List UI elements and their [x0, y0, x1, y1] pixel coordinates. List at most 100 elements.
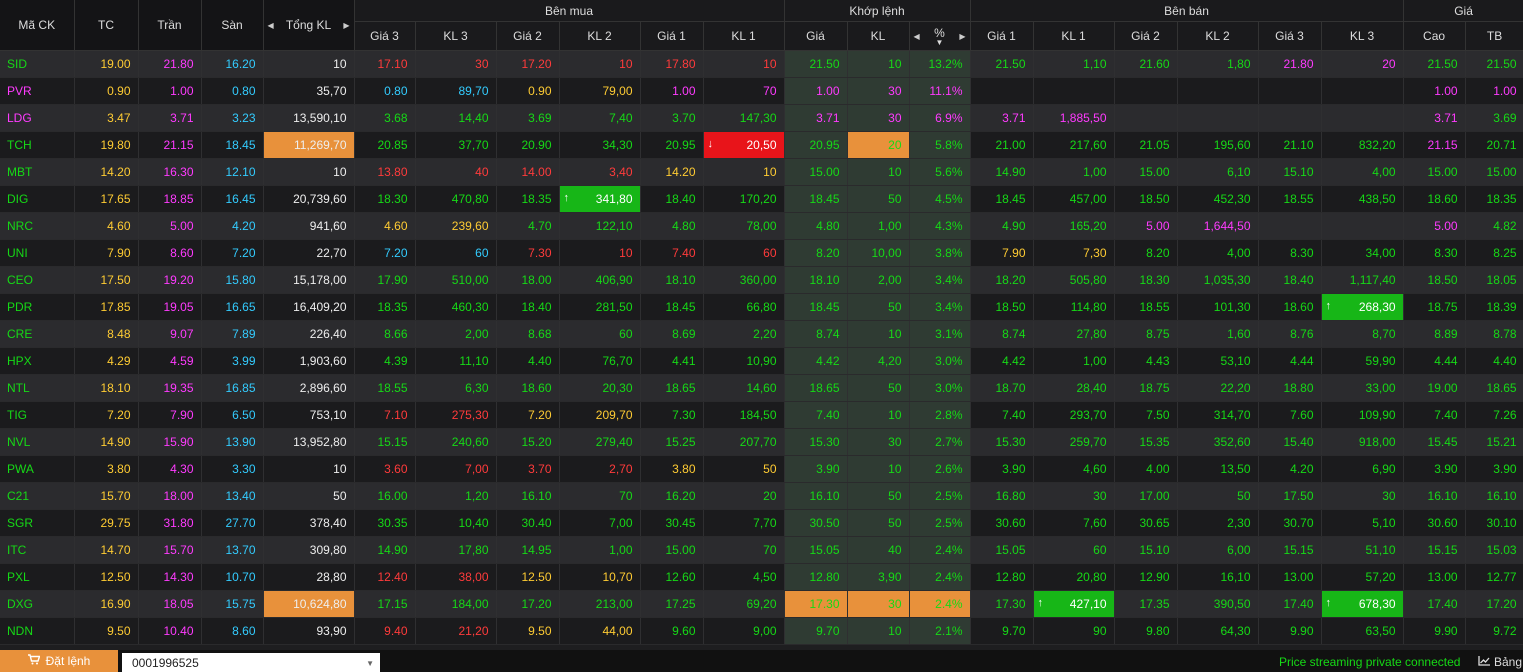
cell-buy-price-2: 4.70: [496, 212, 560, 240]
table-row[interactable]: TIG 7.20 7.90 6.50 753,10 7.10 275,30 7.20 209,7…: [0, 401, 1523, 429]
header-high[interactable]: Cao: [1403, 21, 1466, 51]
header-avg[interactable]: TB: [1465, 21, 1523, 51]
pct-next-icon[interactable]: ▶: [959, 32, 965, 41]
scroll-left-icon[interactable]: ◀: [268, 21, 274, 30]
table-row[interactable]: PWA 3.80 4.30 3.30 10 3.60 7,00 3.70 2,70 3.80 50 3…: [0, 455, 1523, 483]
cell-value: 30: [475, 57, 489, 71]
table-row[interactable]: NVL 14.90 15.90 13.90 13,952,80 15.15 240,60 15…: [0, 428, 1523, 456]
cell-symbol[interactable]: CRE: [0, 320, 75, 348]
place-order-button[interactable]: Đặt lệnh: [0, 650, 118, 672]
header-ref[interactable]: TC: [74, 0, 139, 51]
table-row[interactable]: HPX 4.29 4.59 3.99 1,903,60 4.39 11,10 4.40 76,7…: [0, 347, 1523, 375]
cell-value: 15.35: [1139, 435, 1170, 449]
cell-value: 226,40: [309, 327, 347, 341]
cell-buy-vol-1: 69,20: [703, 590, 785, 618]
account-select[interactable]: 0001996525 ▼: [122, 653, 380, 672]
header-sell-price-2[interactable]: Giá 2: [1114, 21, 1178, 51]
cell-value: 5.00: [170, 219, 194, 233]
cell-symbol[interactable]: PDR: [0, 293, 75, 321]
header-symbol[interactable]: Mã CK: [0, 0, 75, 51]
table-row[interactable]: NRC 4.60 5.00 4.20 941,60 4.60 239,60 4.70 122,1…: [0, 212, 1523, 240]
cell-symbol[interactable]: DIG: [0, 185, 75, 213]
cell-value: 21.15: [1427, 138, 1458, 152]
header-match-vol[interactable]: KL: [847, 21, 910, 51]
pct-prev-icon[interactable]: ◀: [914, 32, 920, 41]
header-sell-price-1[interactable]: Giá 1: [970, 21, 1034, 51]
cell-buy-price-1: 15.00: [640, 536, 704, 564]
table-row[interactable]: SGR 29.75 31.80 27.70 378,40 30.35 10,40 30.40 7…: [0, 509, 1523, 537]
scroll-right-icon[interactable]: ▶: [343, 21, 349, 30]
header-buy-price-3[interactable]: Giá 3: [354, 21, 416, 51]
header-floor[interactable]: Sàn: [201, 0, 264, 51]
header-buy-vol-1[interactable]: KL 1: [703, 21, 785, 51]
cell-symbol[interactable]: LDG: [0, 104, 75, 132]
header-buy-vol-3[interactable]: KL 3: [415, 21, 497, 51]
header-sell-price-3[interactable]: Giá 3: [1258, 21, 1322, 51]
table-row[interactable]: TCH 19.80 21.15 18.45 11,269,70 20.85 37,70 20.…: [0, 131, 1523, 159]
cell-value: 17.00: [1139, 489, 1170, 503]
cell-value: 15.15: [377, 435, 408, 449]
table-row[interactable]: PXL 12.50 14.30 10.70 28,80 12.40 38,00 12.50 10…: [0, 563, 1523, 591]
header-ceiling[interactable]: Trần: [138, 0, 202, 51]
cell-avg-price: 7.26: [1465, 401, 1523, 429]
cell-symbol[interactable]: C21: [0, 482, 75, 510]
cell-symbol[interactable]: TCH: [0, 131, 75, 159]
table-row[interactable]: SID 19.00 21.80 16.20 10 17.10 30 17.20 10 17.80 1…: [0, 50, 1523, 78]
cell-sell-vol-2: 1,644,50: [1177, 212, 1259, 240]
cell-symbol[interactable]: SGR: [0, 509, 75, 537]
header-sell-vol-2[interactable]: KL 2: [1177, 21, 1259, 51]
cell-symbol[interactable]: PXL: [0, 563, 75, 591]
table-row[interactable]: LDG 3.47 3.71 3.23 13,590,10 3.68 14,40 3.69 7,4…: [0, 104, 1523, 132]
cell-value: 19.20: [163, 273, 194, 287]
table-row[interactable]: UNI 7.90 8.60 7.20 22,70 7.20 60 7.30 10 7.40 60 8.…: [0, 239, 1523, 267]
header-match-price[interactable]: Giá: [784, 21, 848, 51]
cell-value: 165,20: [1069, 219, 1107, 233]
table-row[interactable]: MBT 14.20 16.30 12.10 10 13.80 40 14.00 3,40 14.2…: [0, 158, 1523, 186]
header-buy-price-1[interactable]: Giá 1: [640, 21, 704, 51]
cell-value: 15.90: [163, 435, 194, 449]
cell-symbol[interactable]: PVR: [0, 77, 75, 105]
cell-symbol[interactable]: NRC: [0, 212, 75, 240]
table-row[interactable]: DIG 17.65 18.85 16.45 20,739,60 18.30 470,80 18…: [0, 185, 1523, 213]
header-buy-price-2[interactable]: Giá 2: [496, 21, 560, 51]
cell-sell-price-3: 4.44: [1258, 347, 1322, 375]
table-row[interactable]: PVR 0.90 1.00 0.80 35,70 0.80 89,70 0.90 79,00 1.…: [0, 77, 1523, 105]
cell-value: 5.6%: [935, 165, 963, 179]
table-row[interactable]: NDN 9.50 10.40 8.60 93,90 9.40 21,20 9.50 44,00 9…: [0, 617, 1523, 645]
table-row[interactable]: DXG 16.90 18.05 15.75 10,624,80 17.15 184,00 17…: [0, 590, 1523, 618]
board-chart-button[interactable]: Bảng: [1478, 655, 1522, 669]
cell-symbol[interactable]: SID: [0, 50, 75, 78]
header-sell-vol-1[interactable]: KL 1: [1033, 21, 1115, 51]
header-total-vol[interactable]: ◀ Tổng KL ▶: [263, 0, 355, 51]
table-row[interactable]: PDR 17.85 19.05 16.65 16,409,20 18.35 460,30 18…: [0, 293, 1523, 321]
cell-symbol[interactable]: CEO: [0, 266, 75, 294]
table-row[interactable]: C21 15.70 18.00 13.40 50 16.00 1,20 16.10 70 16.2…: [0, 482, 1523, 510]
cell-value: 12.60: [665, 570, 696, 584]
cell-value: 8.20: [1146, 246, 1170, 260]
table-row[interactable]: CRE 8.48 9.07 7.89 226,40 8.66 2,00 8.68 60 8.69 2…: [0, 320, 1523, 348]
header-match-pct[interactable]: ◀ % ▼ ▶: [909, 21, 971, 51]
table-row[interactable]: CEO 17.50 19.20 15.80 15,178,00 17.90 510,00 18…: [0, 266, 1523, 294]
cell-buy-vol-3: 38,00: [415, 563, 497, 591]
cell-sell-vol-1: 20,80: [1033, 563, 1115, 591]
cell-match-vol: 30: [847, 428, 910, 456]
header-sell-vol-3[interactable]: KL 3: [1321, 21, 1404, 51]
cell-value: 1,117,40: [1349, 273, 1396, 287]
cell-symbol[interactable]: NTL: [0, 374, 75, 402]
cell-match-price: 3.71: [784, 104, 848, 132]
cell-symbol[interactable]: NDN: [0, 617, 75, 645]
cell-symbol[interactable]: HPX: [0, 347, 75, 375]
cell-symbol[interactable]: MBT: [0, 158, 75, 186]
cell-value: 18.39: [1486, 300, 1517, 314]
cell-symbol[interactable]: DXG: [0, 590, 75, 618]
cell-symbol[interactable]: ITC: [0, 536, 75, 564]
cell-total-volume: 10: [263, 455, 355, 483]
cell-symbol[interactable]: TIG: [0, 401, 75, 429]
cell-sell-price-3: 18.40: [1258, 266, 1322, 294]
cell-symbol[interactable]: PWA: [0, 455, 75, 483]
cell-symbol[interactable]: UNI: [0, 239, 75, 267]
header-buy-vol-2[interactable]: KL 2: [559, 21, 641, 51]
table-row[interactable]: ITC 14.70 15.70 13.70 309,80 14.90 17,80 14.95 1…: [0, 536, 1523, 564]
table-row[interactable]: NTL 18.10 19.35 16.85 2,896,60 18.55 6,30 18.60…: [0, 374, 1523, 402]
cell-symbol[interactable]: NVL: [0, 428, 75, 456]
